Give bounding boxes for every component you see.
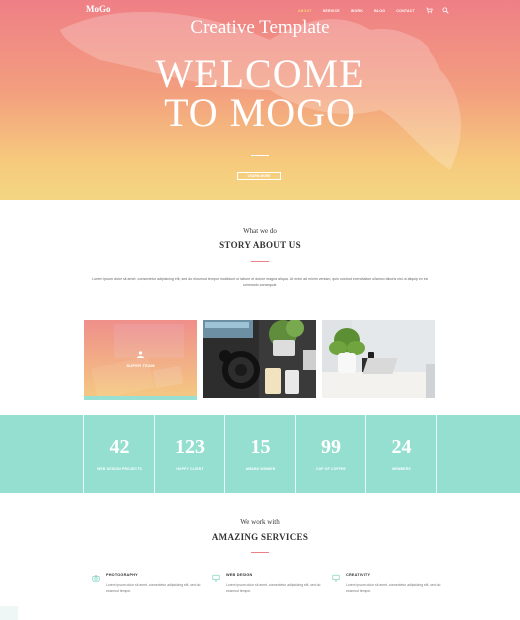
stat-value: 42 (109, 436, 130, 458)
stat-members: 24 MEMBERS (365, 415, 437, 493)
stat-awards: 15 AWARD WINNER (224, 415, 296, 493)
monitor-icon (332, 574, 340, 582)
stat-value: 15 (250, 436, 271, 458)
desk-plant-illustration (322, 320, 435, 398)
hero-section: MoGo ABOUT SERVICE WORK BLOG CONTACT Cre… (0, 0, 520, 200)
stat-clients: 123 HAPPY CLIENT (154, 415, 225, 493)
stat-projects: 42 WEB DESIGN PROJECTS (83, 415, 155, 493)
hero-subtitle: Creative Template (190, 17, 330, 38)
brand-logo[interactable]: MoGo (86, 4, 111, 14)
photo-accent-bar (84, 396, 197, 400)
service-title: PHOTOGRAPHY (106, 573, 138, 577)
services-kicker: We work with (240, 518, 280, 526)
camera-icon (92, 575, 100, 582)
stat-value: 99 (321, 436, 341, 458)
nav-blog[interactable]: BLOG (374, 9, 385, 13)
service-item-web-design[interactable]: WEB DESIGN Lorem ipsum dolor sit amet, c… (212, 572, 324, 602)
about-divider (251, 261, 269, 262)
learn-more-button[interactable]: LEARN MORE (237, 172, 281, 180)
service-title: CREATIVITY (346, 573, 371, 577)
photo-label: SUPER TEAM (126, 363, 155, 368)
service-description: Lorem ipsum dolor sit amet, consectetur … (106, 583, 201, 593)
nav-service[interactable]: SERVICE (323, 9, 340, 13)
cart-icon[interactable] (426, 7, 433, 14)
team-icon (137, 351, 144, 358)
corner-widget (0, 606, 18, 620)
search-icon[interactable] (442, 7, 449, 14)
stat-label: CUP OF COFFEE (315, 467, 347, 471)
stat-label: HAPPY CLIENT (176, 467, 204, 471)
service-description: Lorem ipsum dolor sit amet, consectetur … (346, 583, 441, 593)
about-title: STORY ABOUT US (219, 240, 301, 250)
stat-divider-end (436, 415, 437, 493)
nav-about[interactable]: ABOUT (298, 9, 312, 13)
stat-value: 24 (391, 436, 412, 458)
photo-team[interactable]: SUPER TEAM (84, 320, 197, 398)
desk-headphones-illustration (203, 320, 316, 398)
nav-work[interactable]: WORK (351, 9, 363, 13)
photo-workspace[interactable] (322, 320, 435, 398)
stat-value: 123 (175, 436, 205, 458)
service-description: Lorem ipsum dolor sit amet, consectetur … (226, 583, 321, 593)
main-nav: ABOUT SERVICE WORK BLOG CONTACT (298, 7, 458, 14)
stat-coffee: 99 CUP OF COFFEE (295, 415, 366, 493)
hero-divider (251, 155, 269, 156)
monitor-icon (212, 574, 220, 582)
hero-title-line-1: WELCOME (155, 51, 365, 96)
stat-label: MEMBERS (392, 467, 411, 471)
service-item-photography[interactable]: PHOTOGRAPHY Lorem ipsum dolor sit amet, … (92, 572, 204, 602)
about-kicker: What we do (243, 227, 277, 235)
service-item-creativity[interactable]: CREATIVITY Lorem ipsum dolor sit amet, c… (332, 572, 444, 602)
page: MoGo ABOUT SERVICE WORK BLOG CONTACT Cre… (0, 0, 520, 620)
hero-title: WELCOME TO MOGO (0, 51, 520, 135)
hero-title-line-2: TO MOGO (164, 90, 356, 135)
services-divider (251, 552, 269, 553)
stats-section: 42 WEB DESIGN PROJECTS 123 HAPPY CLIENT … (0, 415, 520, 493)
photo-headphones[interactable] (203, 320, 316, 398)
services-title: AMAZING SERVICES (211, 532, 309, 542)
nav-contact[interactable]: CONTACT (396, 9, 415, 13)
stat-label: AWARD WINNER (245, 467, 276, 471)
photo-overlay (84, 320, 197, 398)
about-paragraph: Lorem ipsum dolor sit amet, consectetur … (92, 277, 428, 287)
service-title: WEB DESIGN (226, 573, 253, 577)
stat-label: WEB DESIGN PROJECTS (97, 467, 142, 471)
